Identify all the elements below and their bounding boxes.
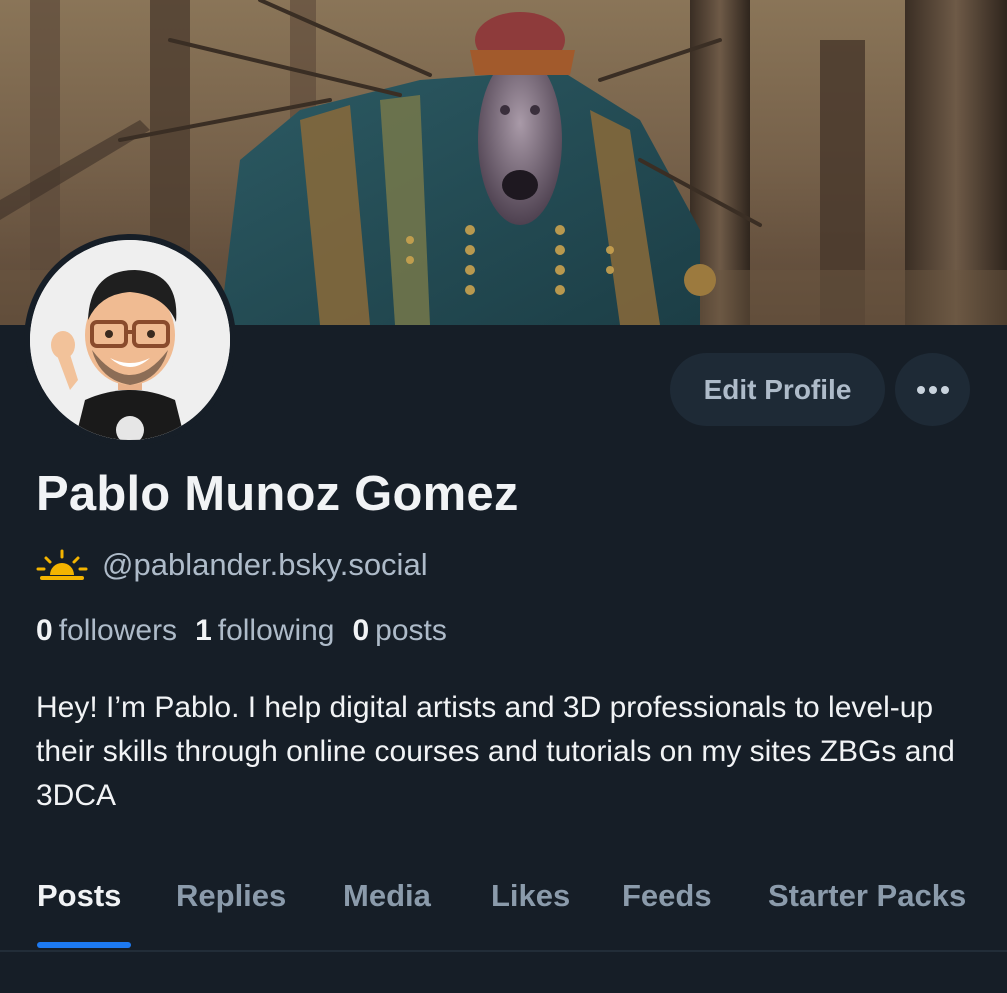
tab-replies[interactable]: Replies [176,878,286,914]
followers-label: followers [58,614,178,647]
following-stat[interactable]: 1 following [195,614,334,648]
ellipsis-icon [916,385,949,394]
profile-bio: Hey! I’m Pablo. I help digital artists a… [36,691,955,812]
tab-posts[interactable]: Posts [37,878,121,914]
avatar-image [30,240,230,440]
display-name: Pablo Munoz Gomez [36,467,519,521]
active-tab-indicator [37,942,131,948]
posts-label: posts [375,614,447,647]
followers-count: 0 [36,614,53,647]
posts-stat: 0 posts [352,614,446,648]
edit-profile-button[interactable]: Edit Profile [670,353,885,426]
tab-feeds[interactable]: Feeds [622,878,712,914]
following-label: following [217,614,335,647]
handle[interactable]: @pablander.bsky.social [102,547,428,583]
tab-likes[interactable]: Likes [491,878,570,914]
tab-media[interactable]: Media [343,878,431,914]
following-count: 1 [195,614,212,647]
more-options-button[interactable] [895,353,970,426]
followers-stat[interactable]: 0 followers [36,614,177,648]
handle-row: @pablander.bsky.social [36,543,428,587]
tab-starter-packs[interactable]: Starter Packs [768,878,966,914]
profile-tabs: Posts Replies Media Likes Feeds Starter … [0,860,1007,952]
posts-count: 0 [352,614,370,647]
sunrise-icon [36,543,88,587]
profile-stats: 0 followers 1 following 0 posts [36,614,465,648]
avatar[interactable] [24,234,236,446]
profile-page: Edit Profile Pablo Munoz Gomez @pablande… [0,0,1007,993]
